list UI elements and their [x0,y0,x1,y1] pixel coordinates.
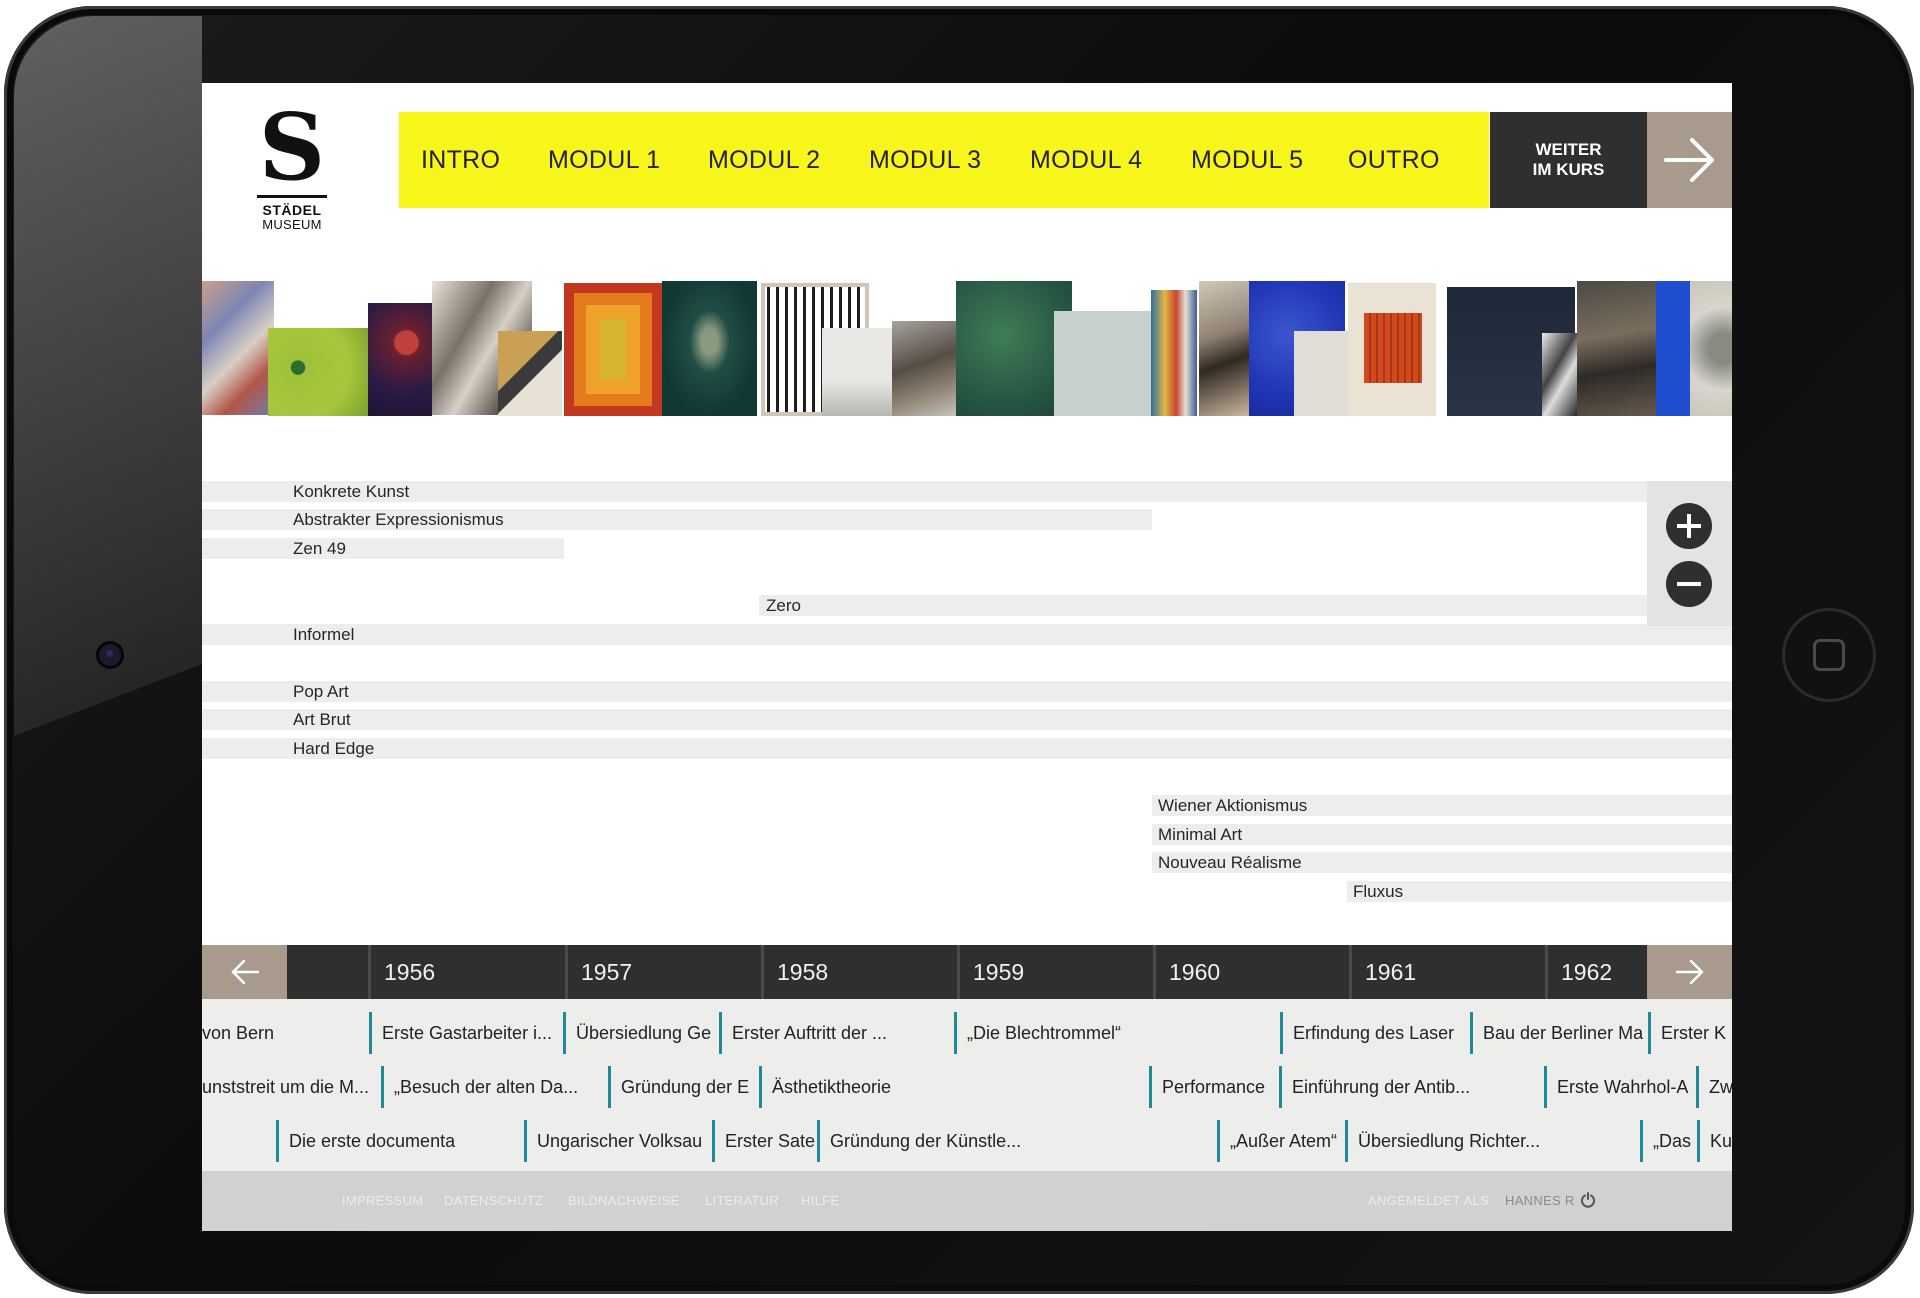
movement-label: Zen 49 [293,539,346,558]
movement-bar[interactable] [202,538,564,559]
artwork-thumb[interactable] [1054,311,1154,416]
artwork-thumb[interactable] [892,321,956,416]
year-1962[interactable]: 1962 [1545,945,1647,999]
movement-label: Hard Edge [293,739,375,758]
timeline-prev-button[interactable] [202,945,287,999]
event-item[interactable]: Erste Gastarbeiter i... [369,1012,563,1054]
artwork-thumb[interactable] [1199,281,1249,416]
movement-label: Nouveau Réalisme [1158,853,1302,872]
timeline-year-bar: 1956 1957 1958 1959 1960 1961 1962 [202,945,1732,999]
home-button[interactable] [1782,608,1876,702]
event-item[interactable]: Erste Wahrhol-A [1544,1066,1696,1108]
artwork-thumb[interactable] [822,328,892,416]
minus-icon[interactable] [1666,561,1712,607]
artwork-thumb[interactable] [1294,331,1348,416]
year-1961[interactable]: 1961 [1349,945,1545,999]
artwork-thumb[interactable] [498,331,562,416]
event-item[interactable]: Erfindung des Laser [1280,1012,1470,1054]
artwork-thumb[interactable] [202,281,274,415]
movement-label: Fluxus [1353,882,1404,901]
event-item[interactable]: „Das [1640,1120,1697,1162]
movement-bar[interactable] [1347,881,1732,902]
event-item[interactable]: „Besuch der alten Da... [381,1066,603,1108]
movement-label: Informel [293,625,355,644]
artwork-thumb[interactable] [1542,333,1578,416]
event-item[interactable]: Erster K [1648,1012,1732,1054]
movement-label: Zero [766,596,801,615]
footer: IMPRESSUM DATENSCHUTZ BILDNACHWEISE LITE… [202,1171,1732,1231]
event-item[interactable]: „Außer Atem“ [1217,1120,1345,1162]
movement-bar[interactable] [202,481,1647,502]
zoom-controls [1647,481,1732,626]
event-item[interactable]: Performance [1149,1066,1276,1108]
event-item[interactable]: von Bern [202,1012,369,1054]
timeline-next-button[interactable] [1647,945,1732,999]
event-item[interactable]: Übersiedlung Ge [563,1012,719,1054]
screen-glare [14,16,202,736]
year-1960[interactable]: 1960 [1153,945,1349,999]
movement-label: Minimal Art [1158,825,1243,844]
artwork-thumb[interactable] [268,328,368,416]
logged-in-label: ANGEMELDET ALS [1368,1193,1490,1208]
power-icon[interactable] [1580,1192,1596,1208]
event-item[interactable]: Ungarischer Volksau [524,1120,712,1162]
plus-icon[interactable] [1666,503,1712,549]
year-1957[interactable]: 1957 [565,945,761,999]
year-1958[interactable]: 1958 [761,945,957,999]
user-name: HANNES R [1505,1193,1575,1208]
event-item[interactable]: unststreit um die M... [202,1066,381,1108]
year-1956[interactable]: 1956 [368,945,565,999]
event-item[interactable]: Übersiedlung Richter... [1345,1120,1640,1162]
event-item[interactable]: „Die Blechtrommel“ [954,1012,1280,1054]
event-item[interactable]: Einführung der Antib... [1279,1066,1564,1108]
movement-label: Pop Art [293,682,349,701]
events-panel: von Bern Erste Gastarbeiter i... Übersie… [202,999,1732,1171]
event-item[interactable]: Erster Auftritt der ... [719,1012,954,1054]
artwork-thumb[interactable] [368,303,432,416]
event-item[interactable]: Gründung der E [608,1066,758,1108]
app-screen: S STÄDEL MUSEUM INTRO MODUL 1 MODUL 2 MO… [202,83,1732,1231]
artwork-thumb[interactable] [564,283,662,416]
artwork-thumb[interactable] [1348,283,1436,416]
footer-link-bildnachweise[interactable]: BILDNACHWEISE [568,1171,680,1231]
artwork-thumb[interactable] [1151,290,1197,416]
tablet-device: S STÄDEL MUSEUM INTRO MODUL 1 MODUL 2 MO… [4,6,1914,1294]
event-item[interactable]: Zw [1696,1066,1732,1108]
movement-bar[interactable] [202,738,1732,759]
movement-label: Wiener Aktionismus [1158,796,1308,815]
movement-label: Abstrakter Expressionismus [293,510,504,529]
movement-label: Art Brut [293,710,351,729]
footer-link-datenschutz[interactable]: DATENSCHUTZ [444,1171,543,1231]
event-item[interactable]: Ästhetiktheorie [759,1066,1149,1108]
event-item[interactable]: Erster Sate [712,1120,817,1162]
movement-bar[interactable] [759,595,1647,616]
event-item[interactable]: Die erste documenta [276,1120,524,1162]
front-camera [99,644,121,666]
arrow-right-icon [1675,959,1703,985]
movement-label: Konkrete Kunst [293,482,410,501]
event-item[interactable]: Gründung der Künstle... [817,1120,1217,1162]
artwork-thumb[interactable] [1656,281,1690,416]
event-item[interactable]: Bau der Berliner Ma [1470,1012,1648,1054]
artwork-thumb[interactable] [1690,281,1732,416]
movement-bar[interactable] [202,624,1732,645]
footer-link-hilfe[interactable]: HILFE [801,1171,839,1231]
event-item[interactable]: Ku [1697,1120,1732,1162]
movement-bar[interactable] [202,709,1732,730]
arrow-left-icon [231,959,259,985]
artwork-thumb[interactable] [662,281,757,416]
year-1959[interactable]: 1959 [957,945,1153,999]
artwork-thumb[interactable] [1577,281,1661,416]
footer-link-impressum[interactable]: IMPRESSUM [342,1171,423,1231]
movement-bar[interactable] [202,681,1732,702]
footer-link-literatur[interactable]: LITERATUR [705,1171,779,1231]
